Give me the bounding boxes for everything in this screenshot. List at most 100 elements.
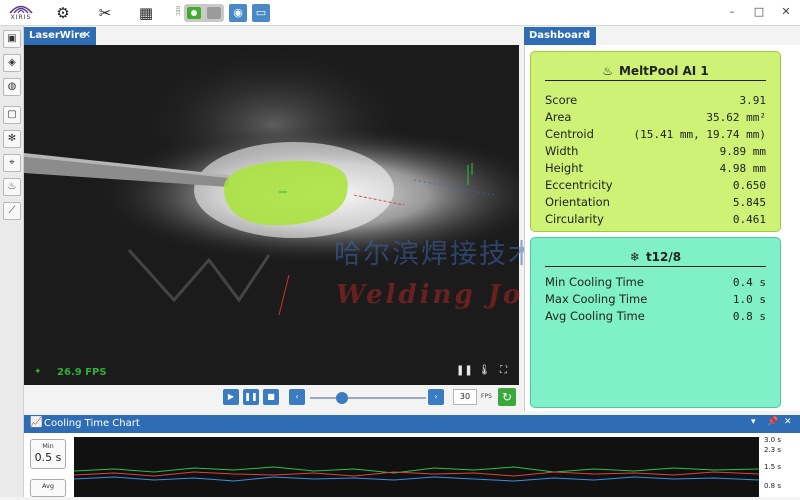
min-stat-box: Min 0.5 s xyxy=(30,439,66,469)
meltpool-icon: ♨ xyxy=(602,64,613,78)
xiris-logo: XIRIS xyxy=(4,2,38,24)
layout-grid-icon[interactable]: ▦ xyxy=(137,4,155,22)
cooling-time-card: ❄ t12/8 Min Cooling Time 0.4 s Max Cooling… xyxy=(530,237,781,408)
tab-dashboard-label: Dashboard xyxy=(529,30,590,41)
refresh-icon[interactable]: ↻ xyxy=(498,388,516,406)
record-off-indicator xyxy=(207,7,221,19)
left-toolbar: ▣ ◈ ◍ ▢ ✻ ⌖ ♨ ⟋ xyxy=(0,26,24,497)
camera-settings-icon[interactable]: ◍ xyxy=(3,78,21,96)
snapshot-camera-icon[interactable]: ◉ xyxy=(229,4,247,22)
fps-unit-label: FPS xyxy=(481,393,492,400)
aperture-icon[interactable]: ✻ xyxy=(3,130,21,148)
metric-row: Circularity 0.461 xyxy=(545,211,766,228)
crosshair-icon[interactable]: ⌖ xyxy=(3,154,21,172)
metric-label: Max Cooling Time xyxy=(545,292,648,306)
metric-value: 0.4 s xyxy=(732,276,766,289)
tab-dashboard[interactable]: Dashboard ✕ xyxy=(524,27,596,45)
avg-stat-label: Avg xyxy=(41,482,55,490)
metric-row: Eccentricity 0.650 xyxy=(545,177,766,194)
y-tick-label: 0.8 s xyxy=(764,482,782,490)
tab-laserwire-close-icon[interactable]: ✕ xyxy=(83,27,91,45)
metric-value: 4.98 mm xyxy=(719,162,766,175)
metric-row: Area 35.62 mm² xyxy=(545,109,766,126)
tab-laserwire-label: LaserWire xyxy=(29,30,86,41)
close-button[interactable]: ✕ xyxy=(778,4,794,20)
y-tick-label: 1.5 s xyxy=(764,463,782,471)
metric-label: Orientation xyxy=(545,195,610,209)
metric-row: Avg Cooling Time 0.8 s xyxy=(545,308,766,325)
fps-input[interactable]: 30 xyxy=(453,389,477,405)
camera-view[interactable]: ✦ 26.9 FPS ❚❚ 🌡 ⛶ xyxy=(24,45,519,385)
roi-icon[interactable]: ▢ xyxy=(3,106,21,124)
rec-label: REC xyxy=(174,6,180,17)
metric-label: Height xyxy=(545,161,584,175)
metric-row: Max Cooling Time 1.0 s xyxy=(545,291,766,308)
meltpool-card-title: ♨ MeltPool AI 1 xyxy=(545,61,766,81)
metric-value: 1.0 s xyxy=(732,293,766,306)
metric-value: 0.461 xyxy=(732,213,766,226)
cooling-icon: ❄ xyxy=(629,250,640,264)
top-toolbar: XIRIS ⚙ ✂ ▦ REC ◉ ▭ – □ ✕ xyxy=(0,0,800,26)
minimize-button[interactable]: – xyxy=(724,4,740,20)
cooling-card-title: ❄ t12/8 xyxy=(545,247,766,267)
record-on-indicator xyxy=(187,7,201,19)
metric-label: Eccentricity xyxy=(545,178,613,192)
metric-row: Orientation 5.845 xyxy=(545,194,766,211)
metric-value: 5.845 xyxy=(732,196,766,209)
metric-value: 3.91 xyxy=(739,94,767,107)
image-icon[interactable]: ▣ xyxy=(3,30,21,48)
temperature-icon[interactable]: 🌡 xyxy=(478,365,491,376)
metric-label: Score xyxy=(545,93,578,107)
metric-value: 0.650 xyxy=(732,179,766,192)
stop-button[interactable]: ■ xyxy=(263,389,279,405)
record-toggle[interactable] xyxy=(184,4,224,22)
chart-close-icon[interactable]: ✕ xyxy=(784,417,792,427)
playback-slider[interactable] xyxy=(310,397,426,399)
y-tick-label: 2.3 s xyxy=(764,446,782,454)
min-stat-value: 0.5 s xyxy=(34,451,62,464)
window-view-icon[interactable]: ▭ xyxy=(252,4,270,22)
chart-icon: 📈 xyxy=(30,417,43,428)
metric-row: Width 9.89 mm xyxy=(545,143,766,160)
dashboard-panel: ♨ MeltPool AI 1 Score 3.91 Area 35.62 mm² C… xyxy=(524,45,800,411)
metric-value: 35.62 mm² xyxy=(706,111,766,124)
metric-value: 9.89 mm xyxy=(719,145,766,158)
cooling-time-plot xyxy=(73,437,760,497)
settings-gear-icon[interactable]: ⚙ xyxy=(54,4,72,22)
playback-slider-knob[interactable] xyxy=(336,392,348,404)
meltpool-icon[interactable]: ♨ xyxy=(3,178,21,196)
ruler-icon[interactable]: ⟋ xyxy=(3,202,21,220)
chart-panel: Min 0.5 s Avg 3.0 s 2.3 s 1.5 s 0.8 s xyxy=(24,433,800,497)
step-back-button[interactable]: ‹ xyxy=(289,389,305,405)
layers-icon[interactable]: ◈ xyxy=(3,54,21,72)
meltpool-card: ♨ MeltPool AI 1 Score 3.91 Area 35.62 mm² C… xyxy=(530,51,781,232)
chart-panel-header: 📈 Cooling Time Chart ▾ 📌 ✕ xyxy=(24,415,800,433)
tools-icon[interactable]: ✂ xyxy=(96,4,114,22)
pause-button[interactable]: ❚❚ xyxy=(243,389,259,405)
play-button[interactable]: ▶ xyxy=(223,389,239,405)
metric-row: Score 3.91 xyxy=(545,92,766,109)
cooling-time-traces xyxy=(73,466,760,482)
fullscreen-icon[interactable]: ⛶ xyxy=(500,365,507,376)
metric-label: Avg Cooling Time xyxy=(545,309,645,323)
maximize-button[interactable]: □ xyxy=(751,4,767,20)
metric-label: Width xyxy=(545,144,579,158)
metric-label: Circularity xyxy=(545,212,604,226)
tab-laserwire[interactable]: LaserWire ✕ xyxy=(24,27,96,45)
camera-image xyxy=(24,45,519,385)
y-tick-label: 3.0 s xyxy=(764,436,782,444)
pin-icon[interactable]: 📌 xyxy=(767,417,778,427)
chart-panel-title: Cooling Time Chart xyxy=(44,418,140,429)
metric-row: Min Cooling Time 0.4 s xyxy=(545,274,766,291)
meltpool-title-text: MeltPool AI 1 xyxy=(618,64,709,78)
avg-stat-box: Avg xyxy=(30,479,66,497)
pause-video-icon[interactable]: ❚❚ xyxy=(456,365,473,376)
dropdown-icon[interactable]: ▾ xyxy=(751,417,756,427)
metric-row: Height 4.98 mm xyxy=(545,160,766,177)
fps-indicator-icon: ✦ xyxy=(34,367,42,377)
metric-row: Centroid (15.41 mm, 19.74 mm) xyxy=(545,126,766,143)
fps-readout: 26.9 FPS xyxy=(57,367,107,378)
tab-dashboard-close-icon[interactable]: ✕ xyxy=(583,27,591,45)
step-forward-button[interactable]: › xyxy=(428,389,444,405)
metric-label: Centroid xyxy=(545,127,594,141)
